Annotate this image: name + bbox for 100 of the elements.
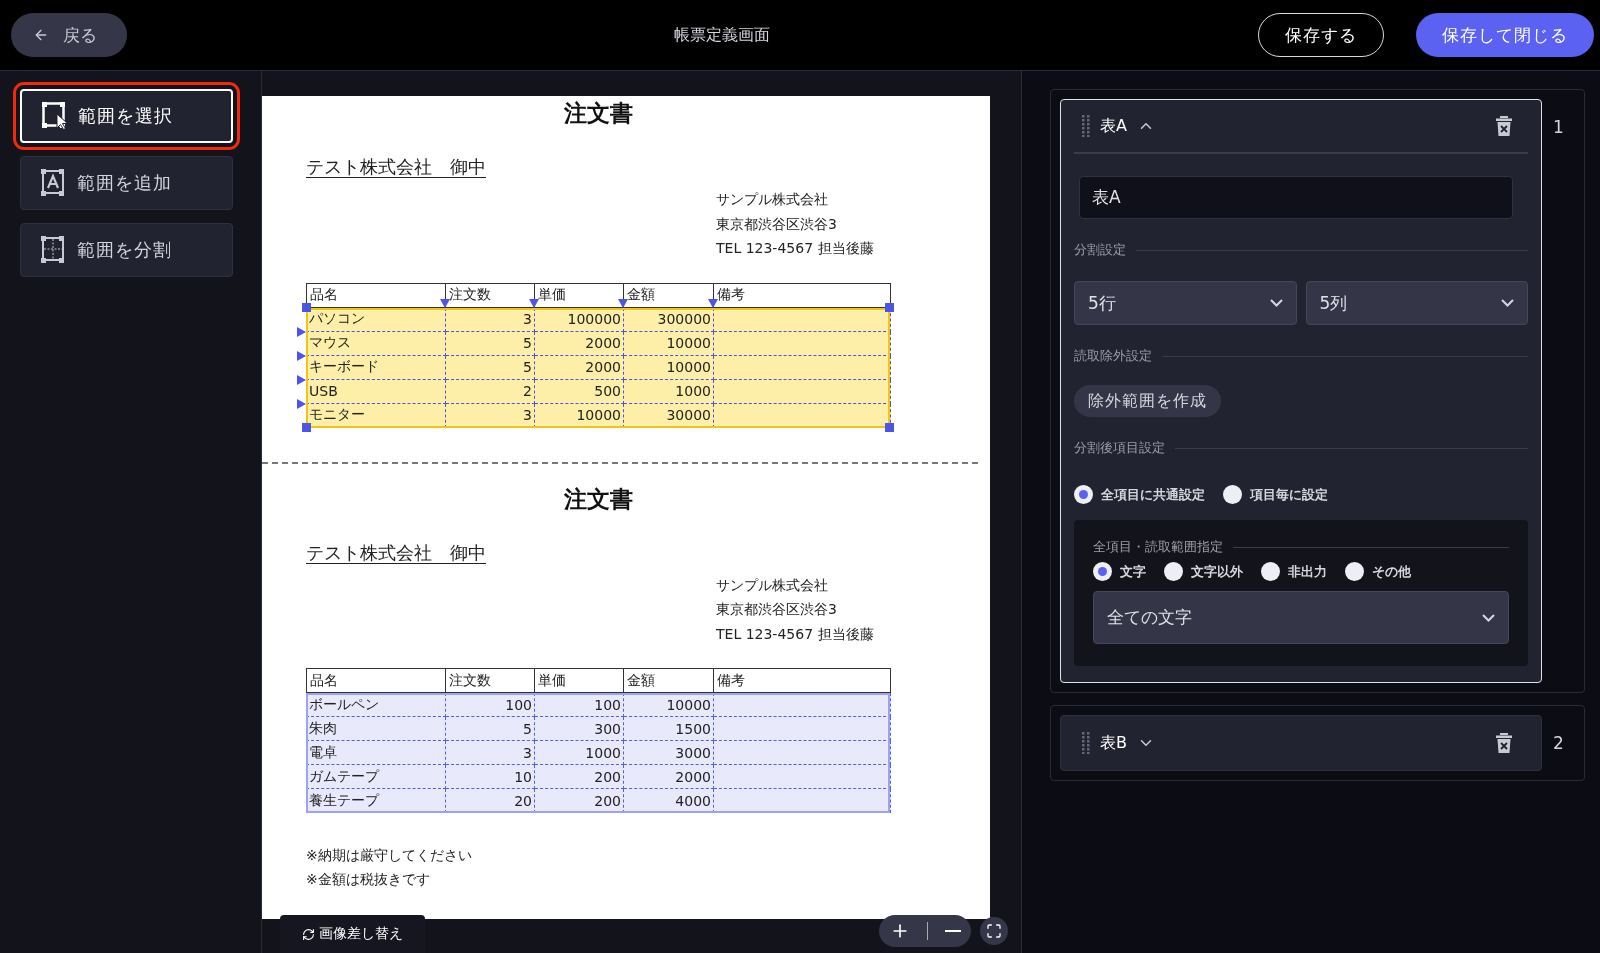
character-type-select[interactable]: 全ての文字 [1093, 591, 1509, 644]
table-cell: 2000 [534, 355, 624, 379]
column-header: 備考 [713, 668, 891, 693]
radio-button[interactable] [1223, 485, 1242, 504]
table-cell: 3 [445, 403, 535, 427]
table-cell: 10000 [534, 403, 624, 427]
sender-text: TEL 123-4567 担当後藤 [716, 239, 875, 258]
sender-text: サンプル株式会社 [716, 575, 829, 595]
radio-label: 文字以外 [1191, 562, 1243, 581]
table-cell: 2000 [534, 331, 624, 355]
table-cell: 1000 [534, 740, 624, 765]
delete-icon[interactable] [1496, 733, 1512, 753]
radio-button[interactable] [1074, 485, 1093, 504]
resize-handle[interactable] [885, 422, 894, 432]
table-cell: 200 [534, 764, 624, 789]
delete-icon[interactable] [1496, 116, 1512, 136]
minus-icon [944, 930, 961, 932]
table-cell: 朱肉 [306, 716, 446, 741]
radio-label: その他 [1372, 562, 1411, 581]
radio-label: 全項目に共通設定 [1101, 485, 1205, 504]
column-divider-marker[interactable] [529, 298, 539, 308]
row-divider-marker[interactable] [297, 350, 306, 361]
resize-handle[interactable] [302, 422, 311, 432]
fullscreen-icon [986, 923, 1002, 939]
create-exclusion-button[interactable]: 除外範囲を作成 [1074, 385, 1221, 417]
region-frame[interactable] [306, 693, 890, 813]
split-tool-icon [41, 236, 67, 264]
replace-image-button[interactable]: 画像差し替え [280, 915, 425, 953]
add-tool-icon [41, 169, 67, 197]
addressee-text: テスト株式会社 御中 [306, 155, 486, 179]
back-button[interactable]: 戻る [11, 13, 127, 57]
tool-button[interactable]: 範囲を追加 [20, 156, 233, 210]
column-divider-marker[interactable] [618, 298, 628, 308]
section-label: 分割後項目設定 [1074, 439, 1165, 457]
column-header: 品名 [306, 668, 446, 693]
column-header: 金額 [623, 668, 714, 693]
radio-option[interactable]: 文字 [1093, 562, 1146, 581]
table-number: 2 [1552, 732, 1565, 753]
column-divider-marker[interactable] [440, 298, 450, 308]
column-header: 金額 [623, 283, 714, 307]
table-cell: USB [306, 379, 446, 403]
chevron-down-icon [1501, 299, 1514, 307]
table-number: 1 [1552, 116, 1565, 137]
table-cell: キーボード [306, 355, 446, 379]
table-cell: 1500 [623, 716, 714, 741]
radio-label: 項目毎に設定 [1250, 485, 1328, 504]
note-text: ※納期は厳守してください [306, 846, 473, 865]
row-divider-marker[interactable] [297, 398, 306, 409]
sender-text: 東京都渋谷区渋谷3 [716, 214, 838, 234]
table-cell: 500 [534, 379, 624, 403]
table-cell: 5 [445, 331, 535, 355]
resize-handle[interactable] [885, 302, 894, 312]
save-and-close-button[interactable]: 保存して閉じる [1416, 13, 1594, 57]
columns-select[interactable]: 5列 [1305, 281, 1528, 325]
tool-button[interactable]: 範囲を分割 [20, 223, 233, 277]
table-cell: 1000 [623, 379, 714, 403]
column-divider-marker[interactable] [708, 298, 718, 308]
radio-button[interactable] [1093, 562, 1112, 581]
table-cell: 10000 [623, 331, 714, 355]
column-header: 備考 [713, 283, 891, 307]
table-cell: 5 [445, 716, 535, 741]
sender-text: 東京都渋谷区渋谷3 [716, 600, 838, 619]
table-title: 表A [1100, 115, 1127, 137]
selected-region-frame[interactable] [306, 307, 890, 428]
save-button[interactable]: 保存する [1258, 13, 1384, 57]
section-label: 全項目・読取範囲指定 [1093, 538, 1223, 556]
table-cell: 10 [445, 764, 535, 789]
fullscreen-button[interactable] [980, 917, 1008, 945]
table-name-input[interactable]: 表A [1079, 176, 1513, 219]
section-label: 読取除外設定 [1074, 347, 1152, 365]
radio-option[interactable]: その他 [1345, 562, 1411, 581]
table-cell: マウス [306, 331, 446, 355]
select-tool-icon [42, 102, 68, 130]
radio-option[interactable]: 項目毎に設定 [1223, 485, 1328, 504]
table-cell: 4000 [623, 788, 714, 813]
drag-handle-icon[interactable] [1082, 115, 1090, 137]
radio-label: 文字 [1120, 562, 1146, 581]
row-divider-marker[interactable] [297, 326, 306, 337]
addressee-text: テスト株式会社 御中 [306, 540, 486, 565]
row-divider-marker[interactable] [297, 374, 306, 385]
table-cell: 2 [445, 379, 535, 403]
table-cell: 電卓 [306, 740, 446, 765]
table-cell: 200 [534, 788, 624, 813]
drag-handle-icon[interactable] [1082, 732, 1090, 754]
column-header: 品名 [306, 283, 446, 307]
chevron-down-icon [1269, 299, 1283, 307]
section-label: 分割設定 [1074, 241, 1126, 259]
radio-option[interactable]: 文字以外 [1164, 562, 1243, 581]
table-cell: 300 [534, 716, 624, 741]
sender-text: TEL 123-4567 担当後藤 [716, 624, 875, 644]
radio-button[interactable] [1261, 562, 1280, 581]
refresh-icon [302, 927, 315, 941]
radio-button[interactable] [1164, 562, 1183, 581]
rows-select[interactable]: 5行 [1074, 281, 1297, 325]
page-title: 帳票定義画面 [672, 24, 771, 46]
resize-handle[interactable] [302, 302, 311, 312]
column-header: 単価 [534, 668, 624, 693]
radio-option[interactable]: 非出力 [1261, 562, 1327, 581]
radio-option[interactable]: 全項目に共通設定 [1074, 485, 1205, 504]
radio-button[interactable] [1345, 562, 1364, 581]
